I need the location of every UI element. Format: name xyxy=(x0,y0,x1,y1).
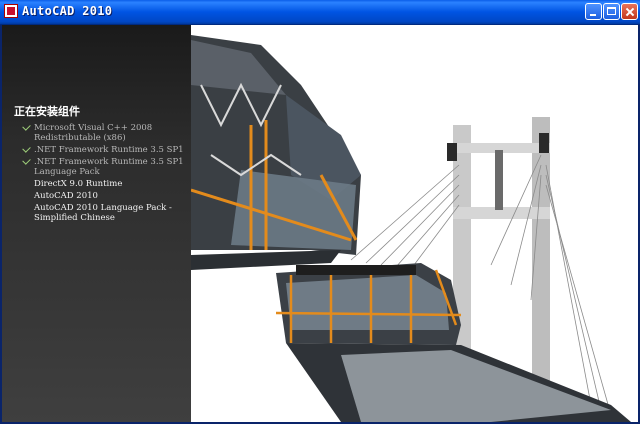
maximize-button[interactable] xyxy=(603,3,620,20)
window-title: AutoCAD 2010 xyxy=(22,4,113,18)
component-item: Microsoft Visual C++ 2008 Redistributabl… xyxy=(2,122,191,143)
installer-content: 正在安装组件 Microsoft Visual C++ 2008 Redistr… xyxy=(2,25,638,422)
upper-bridge-segment xyxy=(191,35,361,270)
title-bar[interactable]: AutoCAD 2010 xyxy=(0,0,640,25)
minimize-icon xyxy=(590,14,596,16)
installer-window: AutoCAD 2010 正在安装组件 Microsoft Visual C++… xyxy=(0,0,640,424)
component-label: AutoCAD 2010 Language Pack - Simplified … xyxy=(34,203,172,223)
installing-components-heading: 正在安装组件 xyxy=(14,105,80,118)
component-label: .NET Framework Runtime 3.5 SP1 xyxy=(34,145,184,155)
component-label: Microsoft Visual C++ 2008 Redistributabl… xyxy=(34,123,153,143)
close-icon xyxy=(622,4,637,19)
components-panel: 正在安装组件 Microsoft Visual C++ 2008 Redistr… xyxy=(2,25,191,422)
check-icon xyxy=(22,156,31,165)
component-item: AutoCAD 2010 xyxy=(2,191,191,201)
component-label: DirectX 9.0 Runtime xyxy=(34,179,123,189)
close-button[interactable] xyxy=(621,3,638,20)
check-icon xyxy=(22,122,31,131)
maximize-icon xyxy=(607,7,616,15)
component-item: .NET Framework Runtime 3.5 SP1 xyxy=(2,144,191,155)
component-item: AutoCAD 2010 Language Pack - Simplified … xyxy=(2,203,191,223)
autocad-app-icon[interactable] xyxy=(4,4,18,18)
component-item: .NET Framework Runtime 3.5 SP1 Language … xyxy=(2,156,191,177)
component-item: DirectX 9.0 Runtime xyxy=(2,179,191,189)
check-icon xyxy=(22,144,31,153)
minimize-button[interactable] xyxy=(585,3,602,20)
bridge-construction-illustration xyxy=(191,35,631,422)
component-label: .NET Framework Runtime 3.5 SP1 Language … xyxy=(34,157,184,177)
component-list: Microsoft Visual C++ 2008 Redistributabl… xyxy=(2,122,191,225)
component-label: AutoCAD 2010 xyxy=(34,191,98,201)
